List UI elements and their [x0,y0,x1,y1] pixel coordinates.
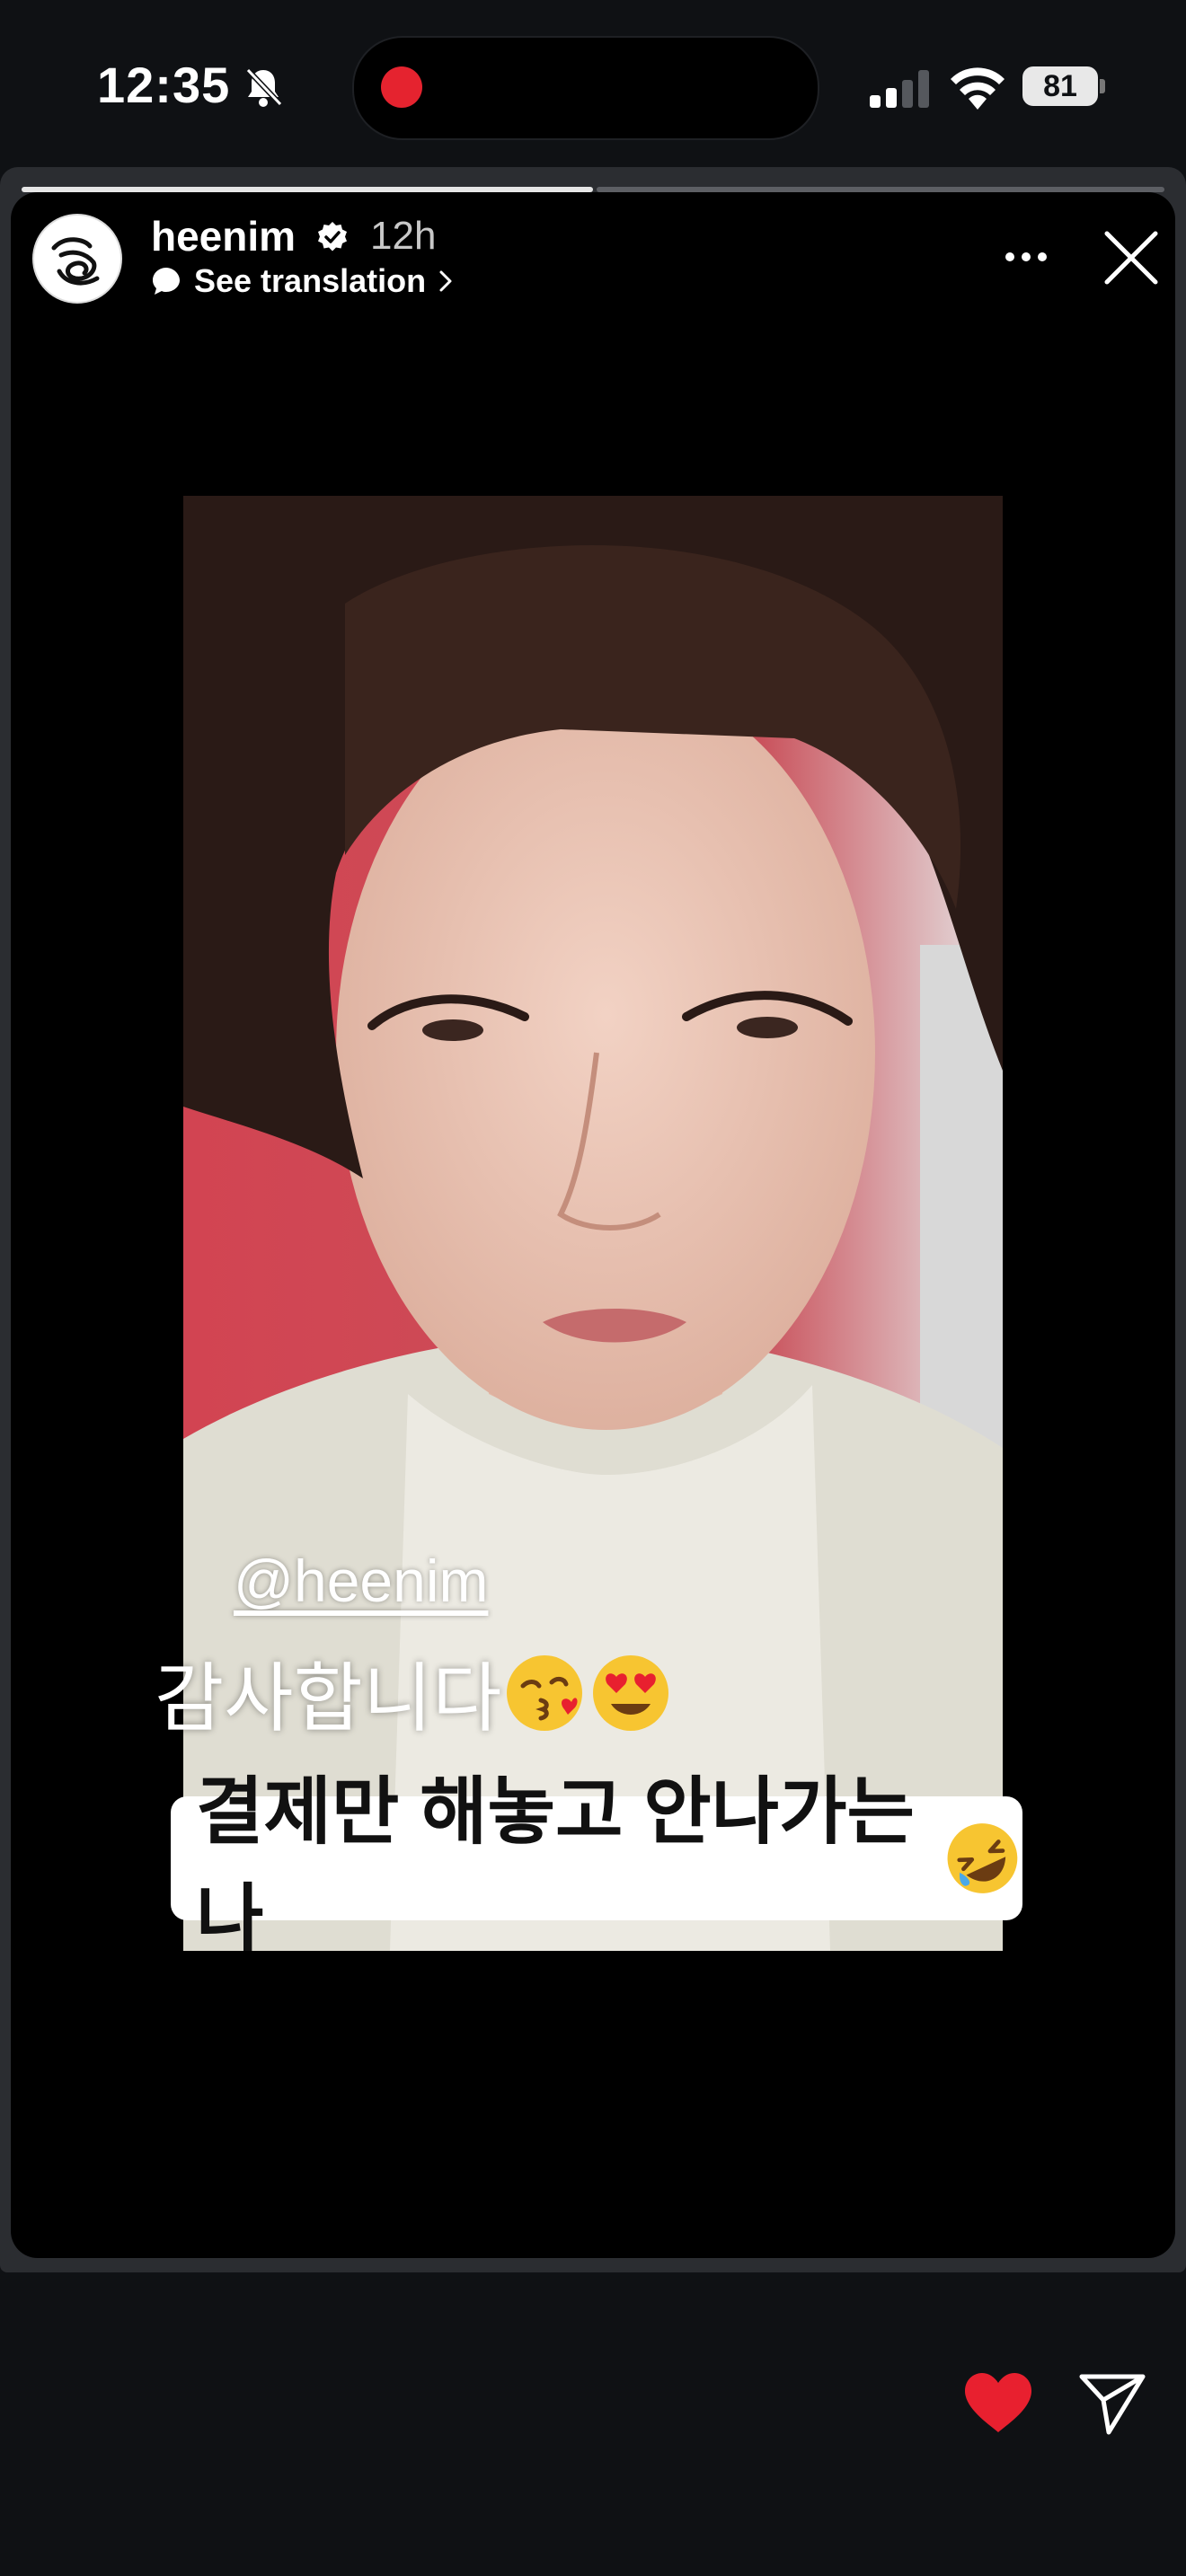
status-bar: 12:35 81 [0,0,1186,171]
heart-eyes-emoji [593,1654,669,1731]
heart-icon[interactable] [963,2371,1033,2434]
see-translation-button[interactable]: See translation [151,260,453,302]
more-icon[interactable] [1003,248,1049,266]
wifi-icon [951,67,1005,110]
overlay-text: 감사합니다 [155,1638,674,1747]
dynamic-island [352,36,819,140]
see-translation-label: See translation [194,262,427,299]
battery-level: 81 [1022,66,1098,106]
recording-indicator-icon [381,66,422,108]
send-icon[interactable] [1076,2366,1148,2438]
signal-icon [870,70,929,108]
chevron-right-icon [439,270,452,292]
caption-text: 결제만 해놓고 안나가는 나 [196,1771,915,1960]
story-progress-remaining [597,187,1164,192]
overlay-text-label: 감사합니다 [155,1656,502,1741]
speech-bubble-icon [153,268,180,295]
caption-sticker: 결제만 해놓고 안나가는 나 [171,1771,1022,1960]
story-progress-seen [22,187,593,192]
avatar[interactable] [32,214,122,304]
story-time-ago: 12h [370,214,437,258]
mention-sticker[interactable]: @heenim [234,1547,488,1615]
status-time: 12:35 [97,57,231,113]
battery-nub [1100,79,1105,93]
story-username[interactable]: heenim [151,212,296,260]
kiss-emoji [507,1654,583,1731]
close-icon[interactable] [1102,228,1161,287]
bell-slash-icon [245,67,283,107]
verified-badge-icon [318,222,347,251]
rofl-emoji [947,1823,1018,1893]
